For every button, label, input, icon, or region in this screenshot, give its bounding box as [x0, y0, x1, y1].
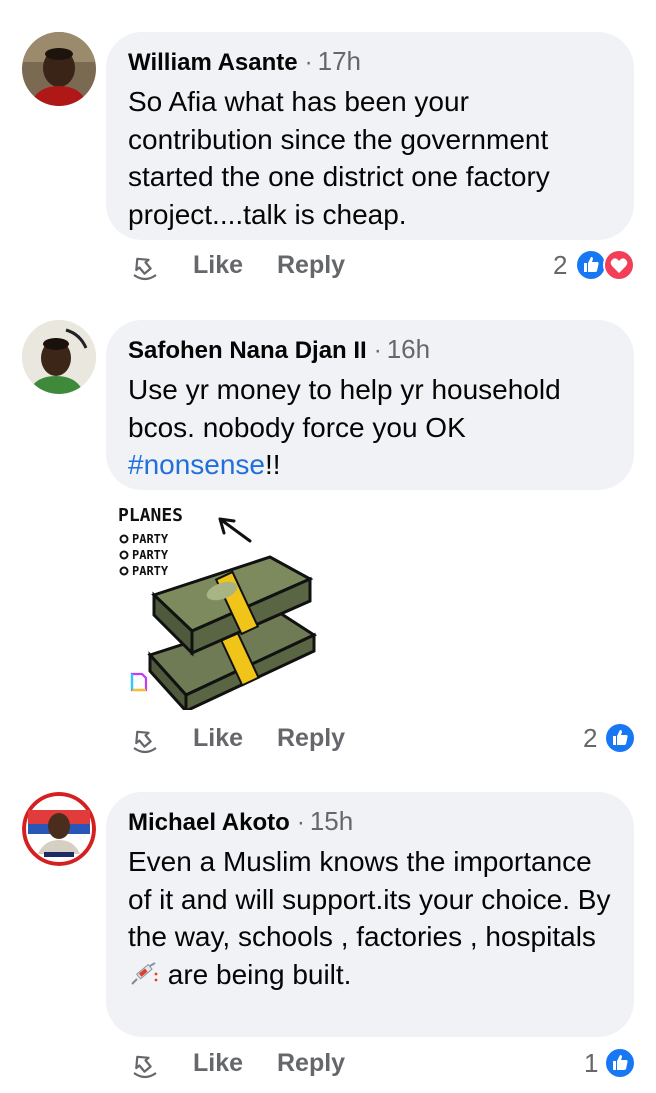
comment-bubble: Michael Akoto · 15h Even a Muslim knows …: [106, 792, 634, 1037]
share-icon[interactable]: [128, 251, 162, 285]
sticker-item-1: PARTY: [132, 532, 169, 546]
like-button[interactable]: Like: [193, 1049, 243, 1078]
comment-actions: Like Reply 1: [0, 1045, 656, 1085]
avatar[interactable]: [22, 320, 96, 394]
syringe-emoji-icon: [131, 961, 158, 985]
separator: ·: [296, 809, 305, 836]
avatar[interactable]: [22, 32, 96, 106]
reply-button[interactable]: Reply: [277, 251, 345, 280]
sticker-item-3: PARTY: [132, 564, 169, 578]
timestamp[interactable]: 16h: [387, 334, 430, 365]
share-icon[interactable]: [128, 724, 162, 758]
comment-actions: Like Reply 2: [0, 247, 656, 287]
author-name[interactable]: William Asante: [128, 49, 298, 77]
reply-button[interactable]: Reply: [277, 1049, 345, 1078]
timestamp[interactable]: 17h: [318, 46, 361, 77]
comment-text: So Afia what has been your contribution …: [128, 86, 550, 230]
reaction-count[interactable]: 2: [553, 250, 567, 281]
sticker-title: PLANES: [118, 505, 183, 526]
comment-text-end: !!: [265, 449, 281, 480]
comment-bubble: Safohen Nana Djan II · 16h Use yr money …: [106, 320, 634, 490]
timestamp[interactable]: 15h: [310, 806, 353, 837]
comment-bubble: William Asante · 17h So Afia what has be…: [106, 32, 634, 240]
separator: ·: [373, 337, 382, 364]
like-reaction-icon: [604, 722, 636, 754]
hashtag-link[interactable]: #nonsense: [128, 449, 265, 480]
like-button[interactable]: Like: [193, 724, 243, 753]
comment-actions: Like Reply 2: [0, 720, 656, 760]
comment-text-after: are being built.: [160, 958, 352, 990]
comment-text-before: Even a Muslim knows the importance of it…: [128, 846, 611, 952]
like-button[interactable]: Like: [193, 251, 243, 280]
author-name[interactable]: Safohen Nana Djan II: [128, 337, 367, 365]
separator: ·: [304, 49, 313, 76]
sticker-badge-icon: [130, 672, 148, 692]
comment-text: Use yr money to help yr household bcos. …: [128, 371, 612, 484]
comment-text-main: Use yr money to help yr household bcos. …: [128, 374, 561, 443]
author-name[interactable]: Michael Akoto: [128, 809, 290, 837]
reply-button[interactable]: Reply: [277, 724, 345, 753]
reaction-count[interactable]: 2: [583, 723, 597, 754]
comment-text: Even a Muslim knows the importance of it…: [128, 843, 612, 993]
reaction-count[interactable]: 1: [584, 1048, 598, 1079]
like-reaction-icon: [604, 1047, 636, 1079]
love-reaction-icon: [603, 249, 635, 281]
avatar[interactable]: [22, 792, 96, 866]
sticker-item-2: PARTY: [132, 548, 169, 562]
share-icon[interactable]: [128, 1049, 162, 1083]
